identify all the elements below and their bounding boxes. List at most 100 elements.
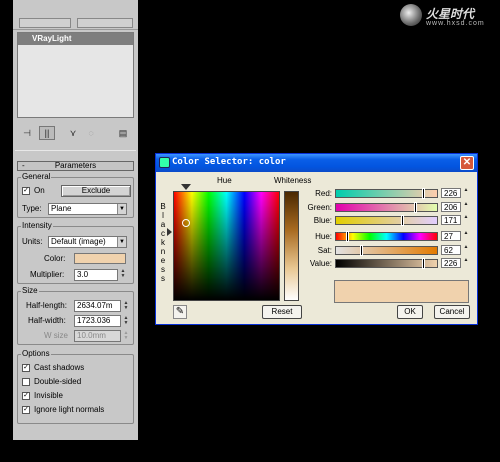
- slider-thumb[interactable]: [422, 258, 425, 269]
- cancel-button[interactable]: Cancel: [434, 305, 470, 319]
- type-value: Plane: [51, 204, 72, 213]
- channel-slider[interactable]: [335, 258, 438, 269]
- w-size-label: W size: [44, 331, 68, 340]
- options-group: Options ✓ Cast shadows Double-sided ✓ In…: [17, 349, 134, 424]
- spinner-arrows-icon[interactable]: ▲ ▼: [120, 269, 126, 279]
- panel-tab[interactable]: [77, 18, 133, 28]
- channel-slider[interactable]: [335, 231, 438, 242]
- channel-slider[interactable]: [335, 202, 438, 213]
- pin-stack-icon[interactable]: ⊣: [19, 126, 35, 140]
- hue-header: Hue: [217, 176, 232, 185]
- cast-shadows-label: Cast shadows: [34, 363, 85, 372]
- channel-value-field[interactable]: 171: [441, 215, 461, 225]
- half-width-label: Half-width:: [28, 316, 66, 325]
- parameters-rollout-header[interactable]: - Parameters: [17, 161, 134, 171]
- color-swatch[interactable]: [74, 253, 126, 264]
- reset-button[interactable]: Reset: [262, 305, 302, 319]
- group-label: Options: [21, 349, 51, 359]
- spinner-arrows-icon[interactable]: ▲: [463, 202, 469, 207]
- on-label: On: [34, 186, 45, 195]
- channel-label: Value:: [309, 259, 332, 268]
- half-length-spinner[interactable]: 2634.07m: [74, 300, 121, 312]
- channel-value-field[interactable]: 206: [441, 202, 461, 212]
- general-group: General ✓ On Exclude Type: Plane ▼: [17, 172, 134, 218]
- multiplier-spinner[interactable]: 3.0: [74, 269, 118, 281]
- ignore-light-normals-checkbox[interactable]: ✓: [22, 406, 30, 414]
- spinner-arrows-icon[interactable]: ▲ ▼: [123, 316, 129, 326]
- divider: [15, 150, 136, 151]
- channel-slider[interactable]: [335, 188, 438, 199]
- spinner-arrows-icon[interactable]: ▲: [463, 245, 469, 250]
- slider-thumb[interactable]: [422, 188, 425, 199]
- panel-tab[interactable]: [19, 18, 71, 28]
- w-size-spinner: 10.0mm: [74, 330, 121, 342]
- intensity-group: Intensity Units: Default (image) ▼ Color…: [17, 221, 134, 284]
- half-length-label: Half-length:: [26, 301, 67, 310]
- size-group: Size Half-length: 2634.07m ▲ ▼ Half-width…: [17, 286, 134, 345]
- color-selector-dialog: Color Selector: color ✕ Hue Whiteness B …: [155, 153, 478, 325]
- dialog-title: Color Selector: color: [172, 157, 286, 167]
- panel-top-strip: [13, 0, 138, 30]
- collapse-icon: -: [22, 161, 25, 170]
- multiplier-label: Multiplier:: [30, 270, 65, 279]
- hue-pointer-icon[interactable]: [181, 184, 191, 190]
- group-label: General: [21, 172, 52, 182]
- object-list-selected[interactable]: VRayLight: [18, 33, 133, 45]
- color-label: Color:: [44, 254, 66, 263]
- double-sided-checkbox[interactable]: [22, 378, 30, 386]
- channel-label: Green:: [307, 203, 332, 212]
- spinner-arrows-icon[interactable]: ▲ ▼: [123, 301, 129, 311]
- channel-value-field[interactable]: 62: [441, 245, 461, 255]
- chevron-down-icon: ▼: [117, 204, 126, 214]
- exclude-button[interactable]: Exclude: [61, 185, 131, 197]
- double-sided-label: Double-sided: [34, 377, 82, 386]
- channel-value-field[interactable]: 27: [441, 231, 461, 241]
- channel-slider[interactable]: [335, 245, 438, 256]
- group-label: Size: [21, 286, 39, 296]
- object-list[interactable]: VRayLight: [17, 32, 134, 118]
- color-picker-cursor-icon[interactable]: [182, 219, 190, 227]
- slider-thumb[interactable]: [360, 245, 363, 256]
- spinner-arrows-icon[interactable]: ▲: [463, 231, 469, 236]
- configure-modifier-sets-icon[interactable]: ▤: [115, 126, 131, 140]
- blackness-label: B l a c k n e s s: [160, 202, 166, 283]
- dialog-titlebar[interactable]: Color Selector: color ✕: [156, 154, 477, 172]
- half-width-spinner[interactable]: 1723.036: [74, 315, 121, 327]
- hue-blackness-field[interactable]: [173, 191, 280, 301]
- make-unique-icon[interactable]: ⋎: [65, 126, 81, 140]
- slider-thumb[interactable]: [414, 202, 417, 213]
- eyedropper-icon[interactable]: ✎: [173, 305, 187, 319]
- type-dropdown[interactable]: Plane ▼: [48, 203, 127, 215]
- watermark-site: www.hxsd.com: [426, 20, 485, 27]
- group-label: Intensity: [21, 221, 53, 231]
- ok-button[interactable]: OK: [397, 305, 423, 319]
- show-end-result-icon[interactable]: ||: [39, 126, 55, 140]
- rollout-title: Parameters: [54, 161, 97, 170]
- spinner-arrows-icon: ▲ ▼: [123, 330, 129, 341]
- channel-value-field[interactable]: 226: [441, 188, 461, 198]
- color-preview: [334, 280, 469, 303]
- cast-shadows-checkbox[interactable]: ✓: [22, 364, 30, 372]
- modifier-toolbar: ⊣ || ⋎ ◌ ▤: [17, 124, 134, 142]
- close-icon[interactable]: ✕: [460, 156, 474, 170]
- channel-value-field[interactable]: 226: [441, 258, 461, 268]
- spinner-arrows-icon[interactable]: ▲: [463, 188, 469, 193]
- invisible-checkbox[interactable]: ✓: [22, 392, 30, 400]
- command-panel: VRayLight ⊣ || ⋎ ◌ ▤ - Parameters Genera…: [13, 0, 138, 440]
- units-label: Units:: [22, 237, 43, 246]
- channel-label: Blue:: [313, 216, 332, 225]
- slider-thumb[interactable]: [346, 231, 349, 242]
- remove-modifier-icon[interactable]: ◌: [83, 126, 99, 140]
- whiteness-bar[interactable]: [284, 191, 299, 301]
- units-dropdown[interactable]: Default (image) ▼: [48, 236, 127, 248]
- slider-thumb[interactable]: [401, 215, 404, 226]
- type-label: Type:: [22, 204, 42, 213]
- watermark: 火星时代 www.hxsd.com: [400, 2, 498, 30]
- whiteness-header: Whiteness: [274, 176, 312, 185]
- on-checkbox[interactable]: ✓: [22, 187, 30, 195]
- blackness-pointer-icon[interactable]: [167, 228, 172, 236]
- spinner-arrows-icon[interactable]: ▲: [463, 215, 469, 220]
- units-value: Default (image): [51, 237, 106, 246]
- channel-slider[interactable]: [335, 215, 438, 226]
- spinner-arrows-icon[interactable]: ▲: [463, 258, 469, 263]
